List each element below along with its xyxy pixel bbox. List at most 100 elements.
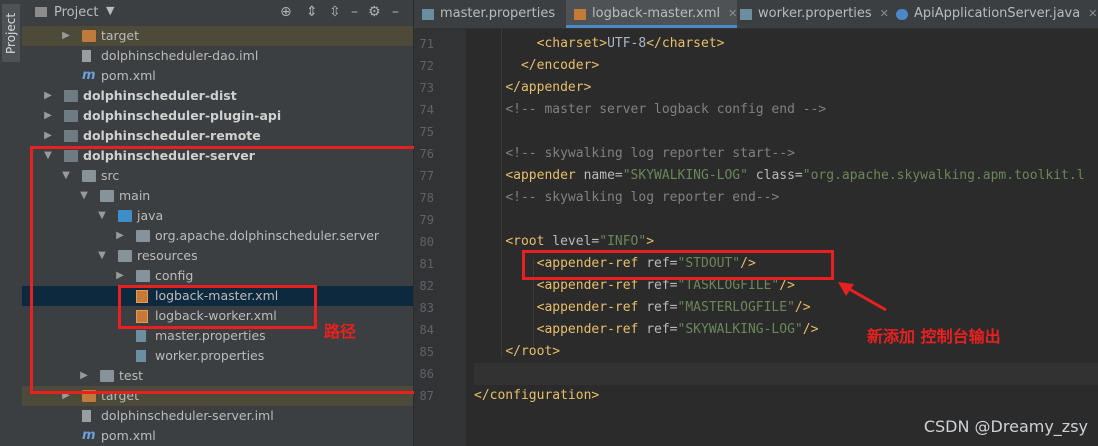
editor-tab[interactable]: worker.properties ✕	[732, 0, 889, 28]
code-token: >	[646, 234, 655, 249]
tree-item-label: dolphinscheduler-dist	[83, 88, 237, 103]
chevron-right-icon[interactable]: ▶	[42, 106, 54, 126]
editor-tab[interactable]: logback-master.xml ✕	[566, 0, 738, 28]
editor-tab[interactable]: ApiApplicationServer.java ✕	[888, 0, 1097, 28]
tree-item[interactable]: dolphinscheduler-dao.iml	[22, 46, 413, 66]
code-line[interactable]: <!-- master server logback config end --…	[474, 99, 826, 121]
tree-item[interactable]: ▶ dolphinscheduler-remote	[22, 126, 413, 146]
code-line[interactable]: <!-- skywalking log reporter end-->	[474, 187, 779, 209]
server-module-highlight-box	[30, 146, 420, 394]
logback-files-highlight-box	[118, 285, 317, 329]
editor-tab[interactable]: master.properties	[414, 0, 555, 28]
code-token: <root	[505, 234, 553, 249]
code-token: </encoder>	[520, 58, 600, 73]
new-console-output-annotation: 新添加 控制台输出	[867, 327, 1001, 346]
code-token: <!-- skywalking log reporter start-->	[505, 146, 795, 161]
line-number: 84	[419, 323, 434, 337]
line-number: 87	[419, 389, 434, 403]
chevron-right-icon[interactable]: ▶	[42, 86, 54, 106]
tree-item-label: pom.xml	[101, 428, 156, 443]
xml-file-icon	[574, 9, 586, 20]
code-line[interactable]: </root>	[474, 341, 560, 363]
chevron-right-icon[interactable]: ▶	[42, 126, 54, 146]
code-token: name=	[583, 168, 623, 183]
code-token: <!-- master server logback config end --…	[505, 102, 827, 117]
line-number: 81	[419, 257, 434, 271]
code-token: "org.apache.skywalking.apm.toolkit.l	[802, 168, 1085, 183]
line-number: 75	[419, 125, 434, 139]
tree-item-label: dolphinscheduler-remote	[83, 128, 261, 143]
code-line[interactable]: <appender-ref ref="SKYWALKING-LOG"/>	[474, 319, 819, 341]
code-token: "MASTERLOGFILE"	[677, 300, 795, 315]
code-line[interactable]: </appender>	[474, 77, 591, 99]
code-line[interactable]: </configuration>	[474, 385, 599, 407]
code-token: />	[802, 322, 819, 337]
line-number: 78	[419, 191, 434, 205]
chevron-down-icon[interactable]: ▼	[106, 4, 114, 17]
line-number-gutter: 71 72 73 74 75 76 77 78 79 80 81 82 83 84 85 86 87	[414, 28, 466, 446]
tree-item-label: dolphinscheduler-dao.iml	[101, 48, 259, 63]
tree-item[interactable]: ▶ target	[22, 26, 413, 46]
arrow-shaft	[843, 284, 887, 312]
line-number: 71	[419, 37, 434, 51]
line-number: 76	[419, 147, 434, 161]
maven-file-icon: m	[82, 428, 96, 443]
annotation-arrow	[838, 282, 887, 312]
stdout-highlight-box	[522, 250, 834, 280]
line-number: 83	[419, 301, 434, 315]
close-icon[interactable]: –	[351, 4, 358, 20]
tree-item[interactable]: dolphinscheduler-server.iml	[22, 406, 413, 426]
project-tool-window-button[interactable]: Project	[2, 4, 20, 62]
project-title[interactable]: Project	[54, 5, 98, 20]
code-line[interactable]: <appender name="SKYWALKING-LOG" class="o…	[474, 165, 1085, 187]
tree-item[interactable]: m pom.xml	[22, 66, 413, 86]
project-icon	[35, 7, 47, 17]
line-number: 72	[419, 59, 434, 73]
code-token: "INFO"	[599, 234, 647, 249]
iml-file-icon	[82, 410, 91, 422]
minimize-icon[interactable]: –	[392, 4, 399, 20]
code-line[interactable]: </encoder>	[474, 55, 599, 77]
code-line[interactable]: <charset>UTF-8</charset>	[474, 33, 725, 55]
watermark: CSDN @Dreamy_zsy	[923, 417, 1088, 436]
close-icon[interactable]: ✕	[1088, 7, 1097, 20]
code-token: ref=	[646, 278, 678, 293]
line-number: 79	[419, 213, 434, 227]
code-token: "TASKLOGFILE"	[677, 278, 780, 293]
code-line[interactable]: <!-- skywalking log reporter start-->	[474, 143, 795, 165]
code-line[interactable]: <appender-ref ref="MASTERLOGFILE"/>	[474, 297, 811, 319]
tab-label: master.properties	[440, 6, 556, 21]
tree-item-label: target	[101, 28, 140, 43]
code-token: "SKYWALKING-LOG"	[622, 168, 756, 183]
java-class-icon	[896, 9, 908, 20]
code-token: />	[779, 278, 795, 293]
code-area[interactable]: <charset>UTF-8</charset> </encoder> </ap…	[474, 28, 1098, 446]
gear-icon[interactable]: ⚙	[368, 4, 381, 20]
module-folder-icon	[64, 110, 78, 122]
path-annotation: 路径	[324, 322, 357, 341]
code-token: ref=	[646, 300, 678, 315]
tree-item[interactable]: ▶ dolphinscheduler-plugin-api	[22, 106, 413, 126]
line-number: 86	[419, 367, 434, 381]
code-token: class=	[755, 168, 803, 183]
tree-item[interactable]: m pom.xml	[22, 426, 413, 446]
code-token: </configuration>	[474, 388, 600, 403]
line-number: 73	[419, 81, 434, 95]
code-token: <appender	[505, 168, 584, 183]
code-token: </appender>	[505, 80, 592, 95]
folder-orange-icon	[82, 30, 96, 42]
tree-item-label: dolphinscheduler-server.iml	[101, 408, 274, 423]
chevron-right-icon[interactable]: ▶	[60, 26, 72, 46]
code-token: <charset>	[536, 36, 608, 51]
properties-file-icon	[422, 9, 434, 20]
code-line[interactable]	[474, 363, 1098, 385]
maven-file-icon: m	[82, 68, 96, 83]
line-number: 74	[419, 103, 434, 117]
target-icon[interactable]: ⊕	[280, 4, 292, 20]
collapse-icon[interactable]: ⇕	[306, 4, 318, 20]
expand-icon[interactable]: ⇳	[329, 4, 341, 20]
code-editor: master.properties logback-master.xml ✕ work…	[414, 0, 1098, 446]
editor-tabs: master.properties logback-master.xml ✕ work…	[414, 0, 1098, 29]
tree-item-label: dolphinscheduler-plugin-api	[83, 108, 282, 123]
tree-item[interactable]: ▶ dolphinscheduler-dist	[22, 86, 413, 106]
